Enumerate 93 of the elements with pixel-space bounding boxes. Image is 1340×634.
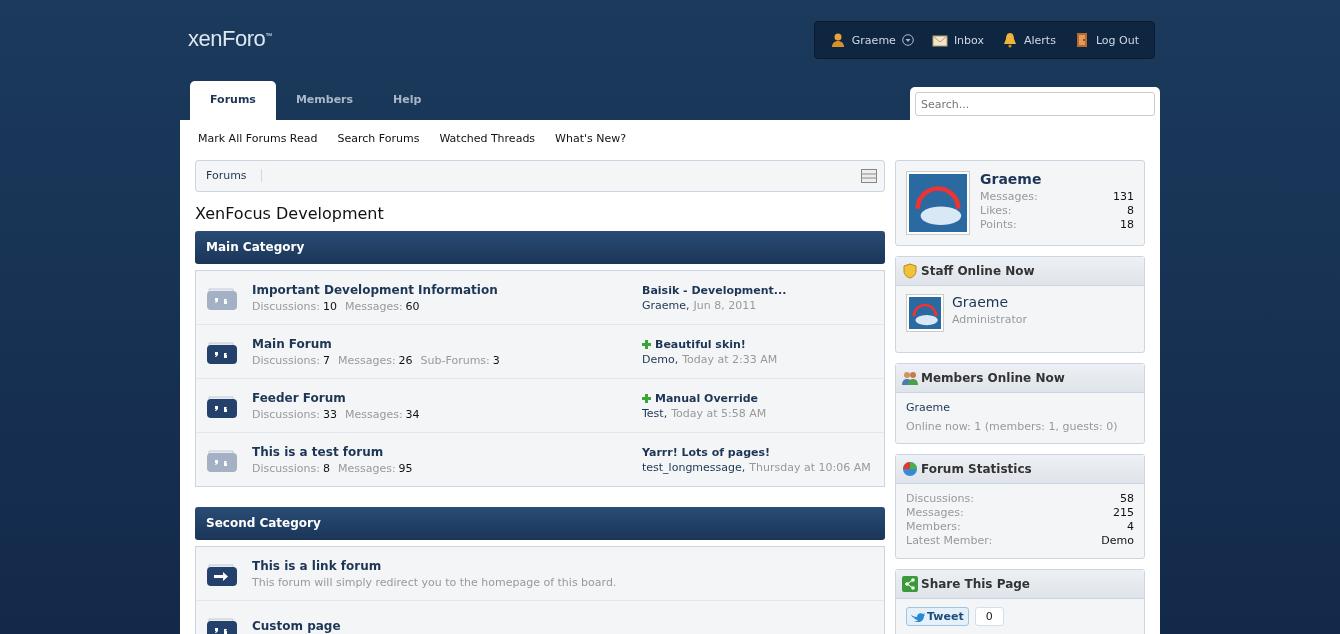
stat-label: Messages:	[337, 461, 396, 475]
breadcrumb-link[interactable]: Forums	[196, 169, 262, 182]
shield-icon	[902, 263, 918, 279]
sub-nav-link[interactable]: Mark All Forums Read	[198, 132, 318, 160]
user-bar-link[interactable]: Graeme	[820, 32, 923, 48]
stat-label: Members:	[906, 520, 961, 534]
panel-title: Members Online Now	[921, 371, 1065, 385]
jump-menu-button[interactable]	[861, 169, 877, 183]
stat-value: 8	[1127, 204, 1134, 218]
category-header[interactable]: Main Category	[195, 231, 885, 264]
plus-icon	[642, 393, 651, 403]
stat-label: Messages:	[344, 407, 403, 421]
panel-title: Forum Statistics	[921, 462, 1032, 476]
stat-value: 3	[492, 353, 500, 367]
panel-title: Staff Online Now	[921, 264, 1035, 278]
forum-title-link[interactable]: This is a test forum	[252, 444, 642, 459]
panel-title: Share This Page	[921, 577, 1030, 591]
people-icon	[902, 370, 918, 386]
bird-icon	[911, 611, 925, 622]
thread-title-link[interactable]: Baisik - Development...	[642, 283, 787, 297]
post-time: Thursday at 10:06 AM	[749, 460, 871, 474]
sub-nav-link[interactable]: Watched Threads	[439, 132, 536, 160]
stat-label: Discussions:	[252, 461, 320, 475]
envelope-icon	[931, 32, 948, 48]
post-time: Jun 8, 2011	[693, 298, 757, 312]
stat-label: Messages:	[906, 506, 964, 520]
forum-title-link[interactable]: Feeder Forum	[252, 390, 642, 405]
thread-title-link[interactable]: Beautiful skin!	[642, 337, 746, 351]
stat-value: Demo	[1101, 534, 1134, 548]
pie-chart-icon	[902, 461, 918, 477]
stat-label: Messages:	[337, 353, 396, 367]
forum-title-link[interactable]: This is a link forum	[252, 558, 874, 573]
stat-value: 10	[322, 299, 337, 313]
stat-label: Points:	[980, 218, 1017, 232]
page-title: XenFocus Development	[195, 204, 385, 223]
nav-tab[interactable]: Forums	[190, 81, 276, 120]
nav-tab[interactable]: Help	[373, 81, 442, 120]
stat-value: 95	[398, 461, 413, 475]
forum-title-link[interactable]: Important Development Information	[252, 282, 642, 297]
username-link[interactable]: Demo,	[642, 352, 679, 366]
stat-value: 7	[322, 353, 330, 367]
forum-title-link[interactable]: Custom page	[252, 619, 874, 633]
username-link[interactable]: Graeme	[980, 171, 1134, 187]
category-header[interactable]: Second Category	[195, 507, 885, 540]
stat-value: 58	[1120, 492, 1134, 506]
stat-label: Sub-Forums:	[420, 353, 490, 367]
user-bar-link[interactable]: Alerts	[993, 32, 1065, 48]
username-link[interactable]: Graeme	[952, 294, 1027, 310]
stat-label: Discussions:	[252, 299, 320, 313]
thread-title-link[interactable]: Manual Override	[642, 391, 758, 405]
person-icon	[829, 32, 846, 48]
stat-value: 26	[398, 353, 413, 367]
post-time: Today at 5:58 AM	[671, 406, 767, 420]
avatar-image	[909, 297, 941, 329]
post-time: Today at 2:33 AM	[682, 352, 778, 366]
online-summary: Online now: 1 (members: 1, guests: 0)	[906, 420, 1119, 433]
stat-label: Discussions:	[906, 492, 974, 506]
stat-label: Latest Member:	[906, 534, 993, 548]
user-bar-link[interactable]: Log Out	[1064, 32, 1148, 48]
bell-icon	[1002, 32, 1018, 48]
stat-label: Messages:	[344, 299, 403, 313]
stat-value: 131	[1113, 190, 1134, 204]
tweet-button[interactable]: Tweet	[906, 607, 969, 626]
nav-tab[interactable]: Members	[275, 81, 374, 120]
stat-value: 4	[1127, 520, 1134, 534]
stat-value: 8	[322, 461, 330, 475]
username-link[interactable]: Graeme	[906, 401, 951, 414]
forum-description: This forum will simply redirect you to the homepage of this board.	[252, 575, 618, 589]
username-link[interactable]: Test,	[642, 406, 668, 420]
sub-nav-link[interactable]: Search Forums	[337, 132, 420, 160]
avatar-image	[909, 174, 967, 232]
logo[interactable]: xenForo$^{™}$	[188, 26, 272, 52]
stat-value: 215	[1113, 506, 1134, 520]
search-field[interactable]: Search...	[915, 92, 1155, 116]
stat-label: Discussions:	[252, 407, 320, 421]
stat-value: 34	[405, 407, 420, 421]
list-icon	[861, 169, 877, 183]
forum-title-link[interactable]: Main Forum	[252, 336, 642, 351]
username-link[interactable]: Graeme,	[642, 298, 690, 312]
username-link[interactable]: test_longmessage,	[642, 460, 746, 474]
plus-icon	[642, 339, 651, 349]
thread-title-link[interactable]: Yarrr! Lots of pages!	[642, 445, 771, 459]
sub-nav-link[interactable]: What's New?	[555, 132, 627, 160]
stat-label: Messages:	[980, 190, 1038, 204]
user-bar-link[interactable]: Inbox	[922, 32, 993, 48]
stat-value: 60	[405, 299, 420, 313]
share-icon	[902, 576, 918, 592]
stat-label: Discussions:	[252, 353, 320, 367]
stat-label: Likes:	[980, 204, 1012, 218]
stat-value: 18	[1120, 218, 1134, 232]
tweet-count: 0	[974, 607, 1004, 626]
user-title: Administrator	[952, 313, 1027, 326]
stat-value: 33	[322, 407, 337, 421]
